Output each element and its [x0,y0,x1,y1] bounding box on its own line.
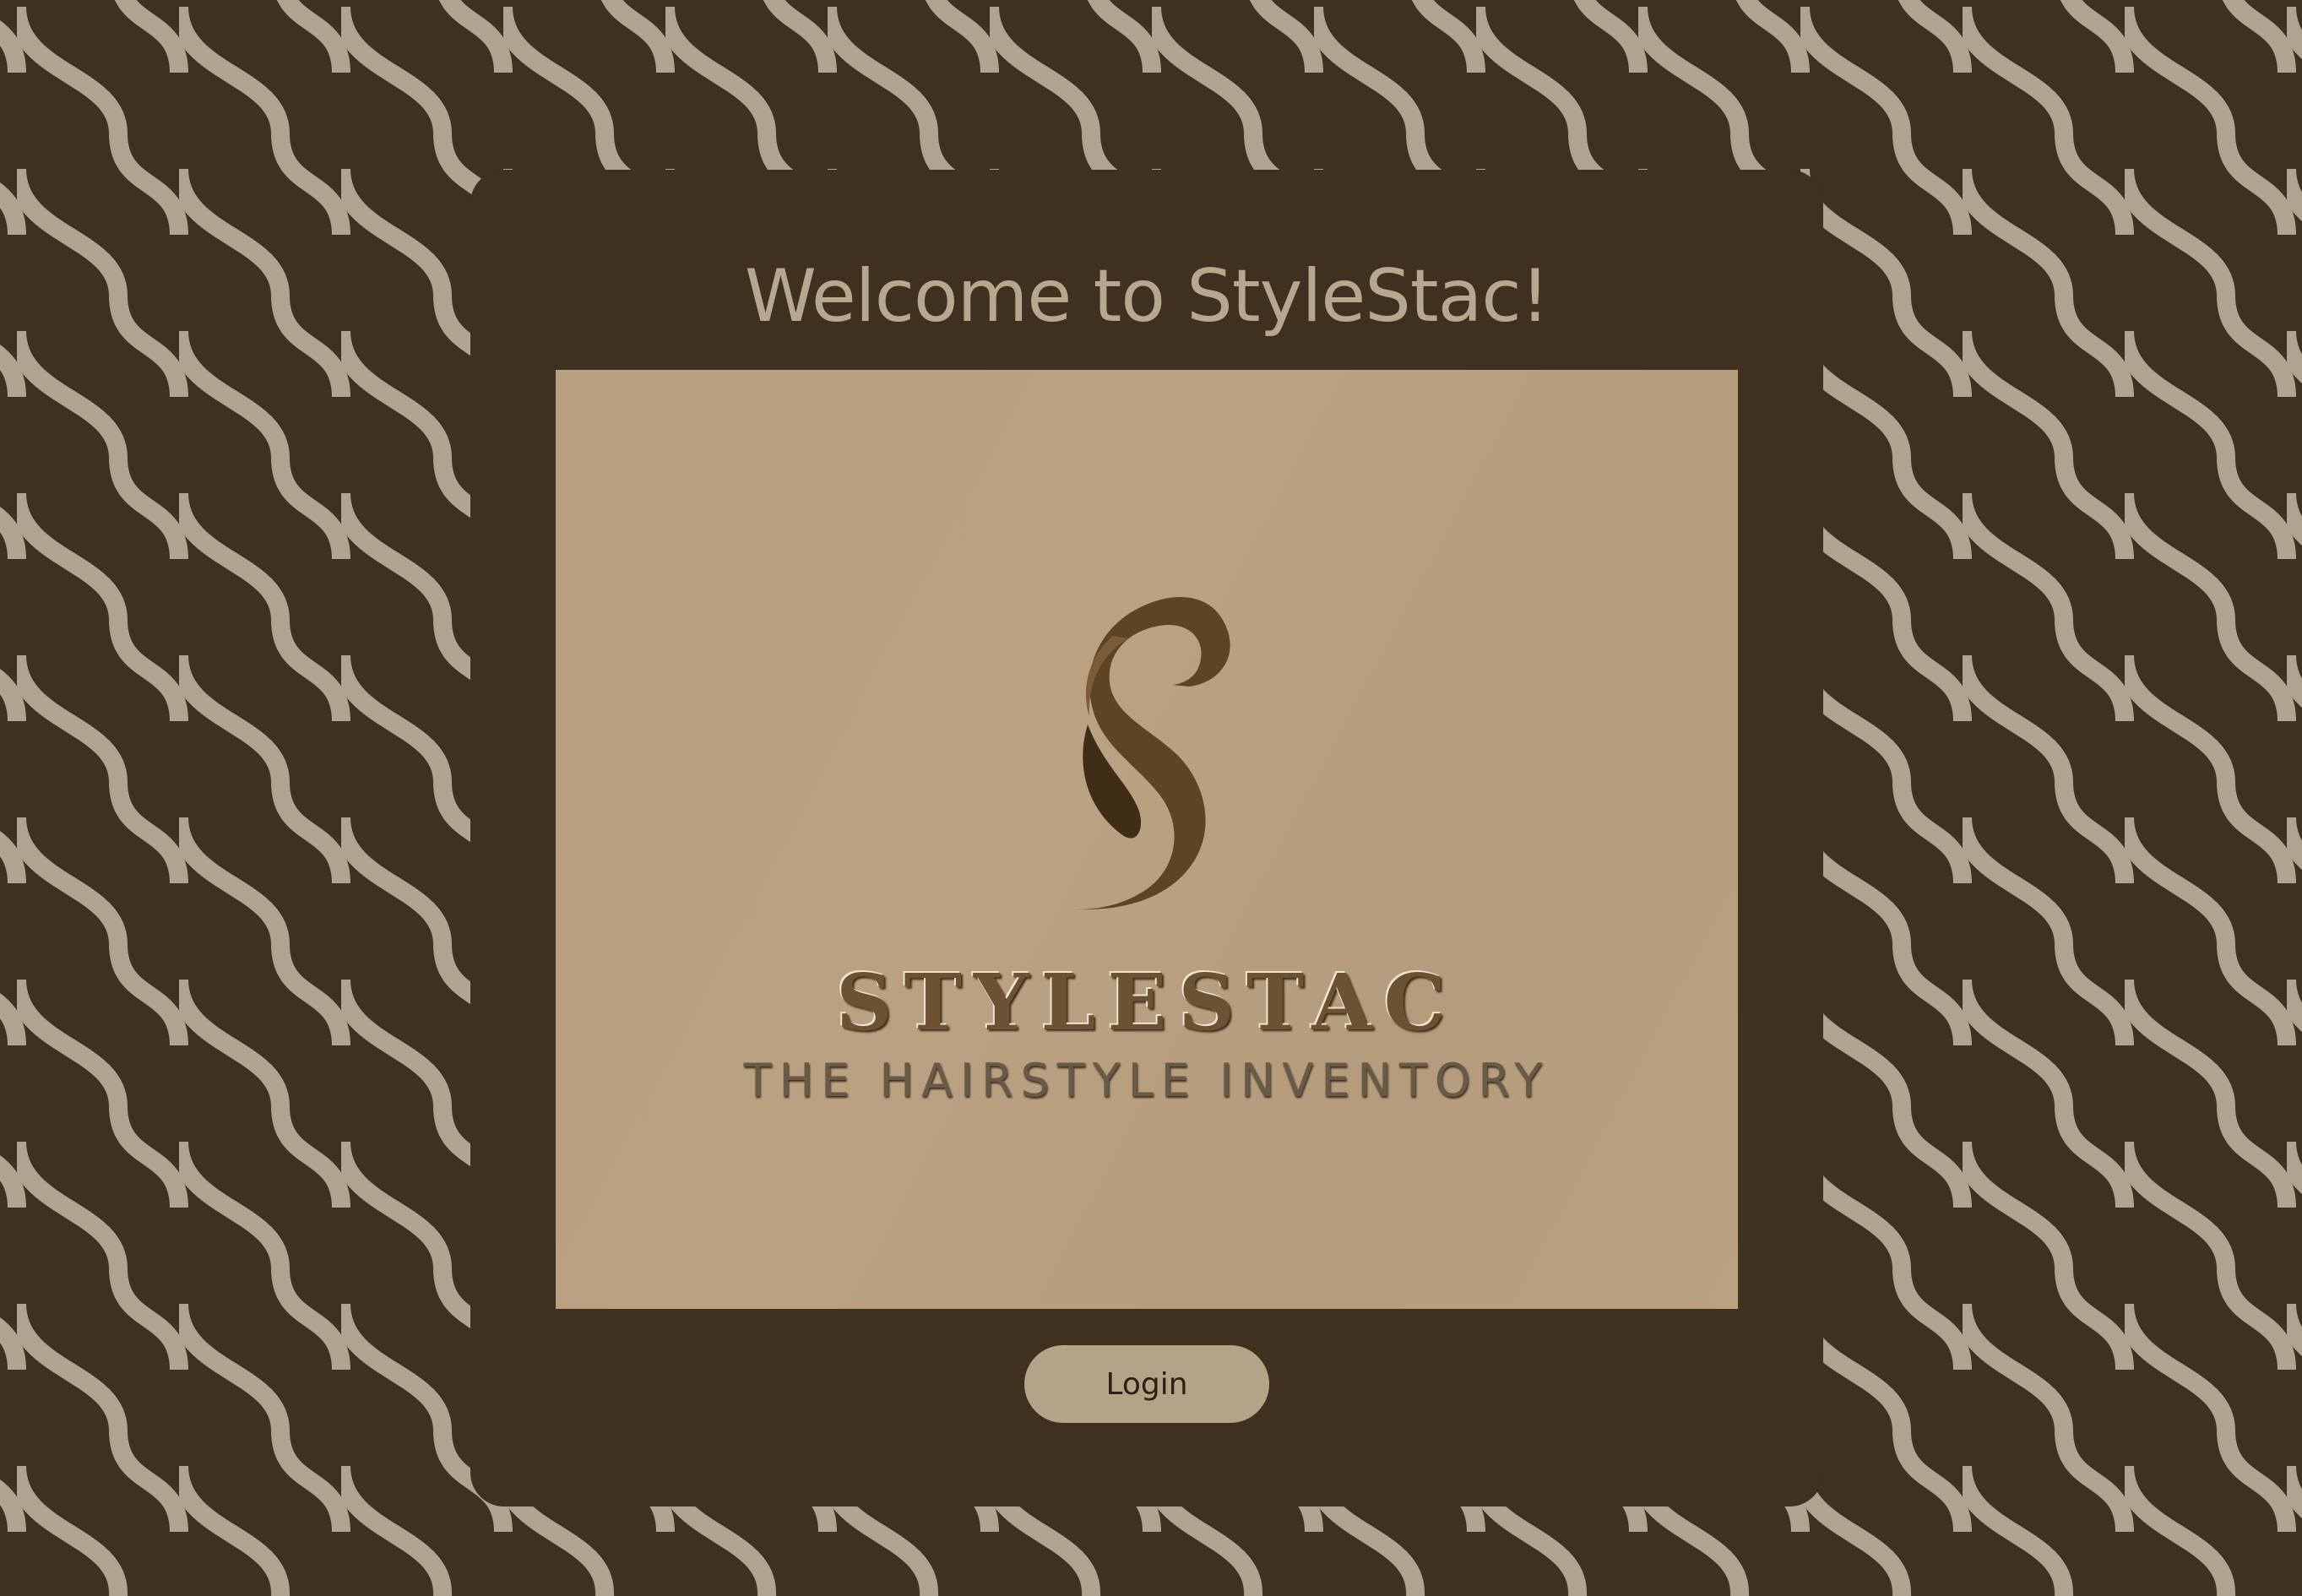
page-title: Welcome to StyleStac! [744,254,1550,339]
stylized-s-hair-curl-icon [1075,596,1230,909]
login-button[interactable]: Login [1024,1345,1269,1423]
logo-tagline: THE HAIRSTYLE INVENTORY [743,1054,1550,1107]
logo-banner: STYLESTAC THE HAIRSTYLE INVENTORY [556,370,1738,1309]
welcome-panel: Welcome to StyleStac! STYLESTAC THE HAIR… [470,170,1823,1506]
login-screen: Welcome to StyleStac! STYLESTAC THE HAIR… [0,0,2302,1596]
logo-wordmark: STYLESTAC [836,957,1458,1048]
